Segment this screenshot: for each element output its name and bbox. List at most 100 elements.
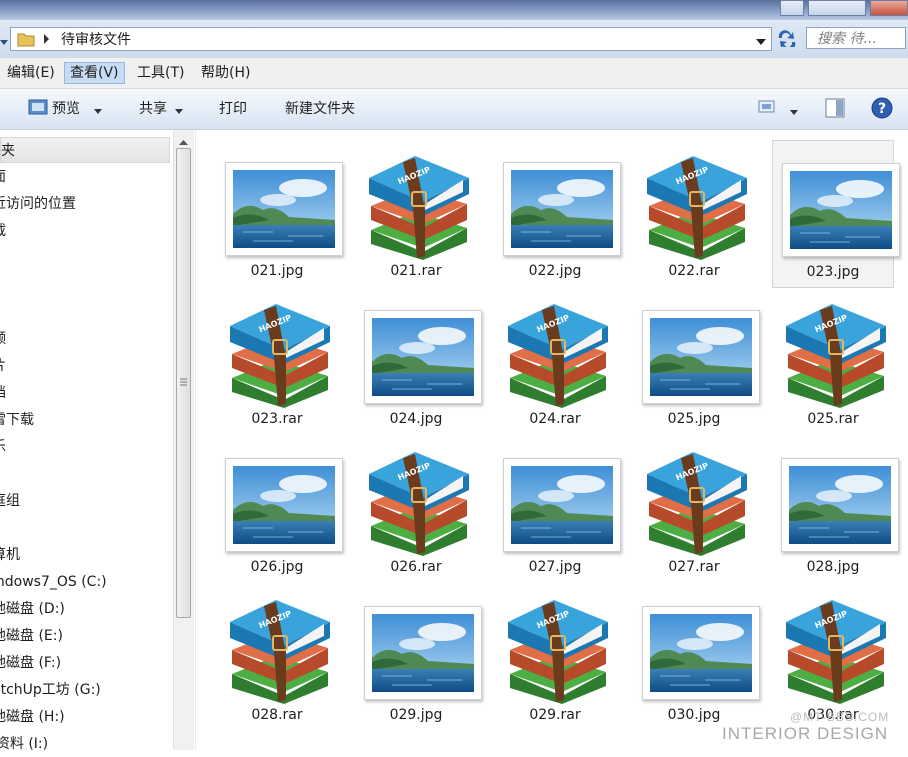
file-item[interactable]: 030.jpg — [633, 584, 760, 732]
watermark-site: @MT-BBS.COM — [790, 710, 890, 724]
file-name: 026.rar — [390, 559, 442, 575]
nav-item-videos[interactable]: 频 — [0, 326, 6, 352]
nav-item-desktop[interactable]: 面 — [0, 164, 6, 190]
image-thumbnail — [642, 310, 760, 404]
nav-item-drive-i[interactable]: l资料 (I:) — [0, 731, 48, 757]
help-icon[interactable]: ? — [871, 97, 893, 119]
nav-item-favorites[interactable]: 夹 — [0, 137, 170, 163]
maximize-button[interactable] — [808, 0, 866, 16]
archive-icon: HAOZIP — [641, 148, 753, 264]
file-name: 024.rar — [529, 411, 581, 427]
print-button[interactable]: 打印 — [219, 99, 247, 119]
file-item[interactable]: 029.jpg — [355, 584, 482, 732]
nav-item-thunder-downloads[interactable]: 雷下载 — [0, 407, 34, 433]
minimize-button[interactable] — [780, 0, 804, 16]
back-arrow-icon[interactable] — [0, 34, 8, 45]
archive-icon: HAOZIP — [363, 148, 475, 264]
view-options-icon[interactable] — [758, 99, 776, 119]
menu-edit[interactable]: 编辑(E) — [2, 62, 60, 84]
file-item[interactable]: 023.jpg — [772, 140, 900, 288]
file-name: 029.jpg — [389, 707, 443, 723]
nav-item-downloads[interactable]: 载 — [0, 218, 6, 244]
file-item[interactable]: HAOZIP 027.rar — [633, 436, 755, 584]
file-item[interactable]: 027.jpg — [494, 436, 621, 584]
nav-item-drive-e[interactable]: 地磁盘 (E:) — [0, 623, 63, 649]
file-name: 028.rar — [251, 707, 303, 723]
image-thumbnail — [225, 458, 343, 552]
share-button[interactable]: 共享 — [139, 99, 167, 119]
nav-item-drive-h[interactable]: 地磁盘 (H:) — [0, 704, 65, 730]
file-name: 026.jpg — [250, 559, 304, 575]
refresh-icon[interactable] — [776, 29, 798, 51]
menu-view[interactable]: 查看(V) — [64, 62, 125, 84]
file-item[interactable]: 028.jpg — [772, 436, 899, 584]
image-thumbnail — [503, 162, 621, 256]
nav-item-music[interactable]: 乐 — [0, 434, 6, 460]
file-item[interactable]: 022.jpg — [494, 140, 621, 288]
file-item[interactable]: HAOZIP 028.rar — [216, 584, 338, 732]
archive-icon: HAOZIP — [780, 296, 892, 412]
folder-icon — [17, 31, 35, 51]
file-name: 025.rar — [807, 411, 859, 427]
file-item[interactable]: HAOZIP 021.rar — [355, 140, 477, 288]
file-name: 027.rar — [668, 559, 720, 575]
nav-item-computer[interactable]: 算机 — [0, 542, 20, 568]
archive-icon: HAOZIP — [502, 296, 614, 412]
image-thumbnail — [642, 606, 760, 700]
file-name: 021.jpg — [250, 263, 304, 279]
new-folder-button[interactable]: 新建文件夹 — [285, 99, 355, 119]
file-name: 030.jpg — [667, 707, 721, 723]
close-button[interactable] — [870, 0, 908, 16]
file-name: 022.rar — [668, 263, 720, 279]
nav-item-label: 夹 — [1, 143, 15, 159]
file-item[interactable]: HAOZIP 025.rar — [772, 288, 894, 436]
image-thumbnail — [782, 163, 900, 257]
file-item[interactable]: 025.jpg — [633, 288, 760, 436]
file-view: 021.jpg HAOZIP 021.rar 022.jpg HAOZIP 022.rar… — [196, 130, 908, 750]
preview-icon — [28, 98, 48, 118]
file-item[interactable]: HAOZIP 023.rar — [216, 288, 338, 436]
file-item[interactable]: HAOZIP 024.rar — [494, 288, 616, 436]
file-name: 023.rar — [251, 411, 303, 427]
file-item[interactable]: 021.jpg — [216, 140, 343, 288]
archive-icon: HAOZIP — [641, 444, 753, 560]
file-item[interactable]: HAOZIP 022.rar — [633, 140, 755, 288]
chevron-down-icon[interactable] — [175, 101, 183, 121]
file-item[interactable]: 026.jpg — [216, 436, 343, 584]
breadcrumb[interactable]: 待审核文件 — [61, 29, 131, 49]
nav-item-homegroup[interactable]: 庭组 — [0, 488, 20, 514]
breadcrumb-arrow-icon[interactable] — [43, 33, 51, 49]
file-name: 027.jpg — [528, 559, 582, 575]
file-item[interactable]: 024.jpg — [355, 288, 482, 436]
nav-item-drive-g[interactable]: etchUp工坊 (G:) — [0, 677, 101, 703]
nav-item-recent[interactable]: 近访问的位置 — [0, 191, 76, 217]
nav-scrollbar[interactable] — [173, 130, 194, 750]
scrollbar-thumb[interactable] — [176, 148, 191, 618]
image-thumbnail — [503, 458, 621, 552]
chevron-down-icon[interactable] — [790, 102, 798, 122]
command-bar: 预览 共享 打印 新建文件夹 ? — [0, 89, 908, 130]
nav-item-drive-f[interactable]: 地磁盘 (F:) — [0, 650, 61, 676]
file-name: 021.rar — [390, 263, 442, 279]
address-bar[interactable]: 待审核文件 — [10, 27, 772, 51]
file-name: 022.jpg — [528, 263, 582, 279]
nav-item-documents[interactable]: 档 — [0, 380, 6, 406]
file-item[interactable]: HAOZIP 026.rar — [355, 436, 477, 584]
chevron-down-icon[interactable] — [94, 101, 102, 121]
search-input[interactable]: 搜索 待... — [806, 27, 906, 49]
preview-button[interactable]: 预览 — [52, 99, 80, 119]
archive-icon: HAOZIP — [224, 592, 336, 708]
menu-tools[interactable]: 工具(T) — [132, 62, 189, 84]
file-name: 024.jpg — [389, 411, 443, 427]
menu-help[interactable]: 帮助(H) — [196, 62, 255, 84]
window-title-bar — [0, 0, 908, 20]
dropdown-arrow-icon[interactable] — [756, 35, 766, 51]
preview-pane-icon[interactable] — [825, 98, 845, 118]
file-item[interactable]: HAOZIP 029.rar — [494, 584, 616, 732]
navigation-pane: 夹 面 近访问的位置 载 频 片 档 雷下载 乐 庭组 算机 indows7_O… — [0, 130, 196, 752]
archive-icon: HAOZIP — [780, 592, 892, 708]
address-row: 待审核文件 搜索 待... — [0, 20, 908, 58]
nav-item-drive-d[interactable]: 地磁盘 (D:) — [0, 596, 65, 622]
nav-item-drive-c[interactable]: indows7_OS (C:) — [0, 569, 107, 595]
nav-item-pictures[interactable]: 片 — [0, 353, 6, 379]
